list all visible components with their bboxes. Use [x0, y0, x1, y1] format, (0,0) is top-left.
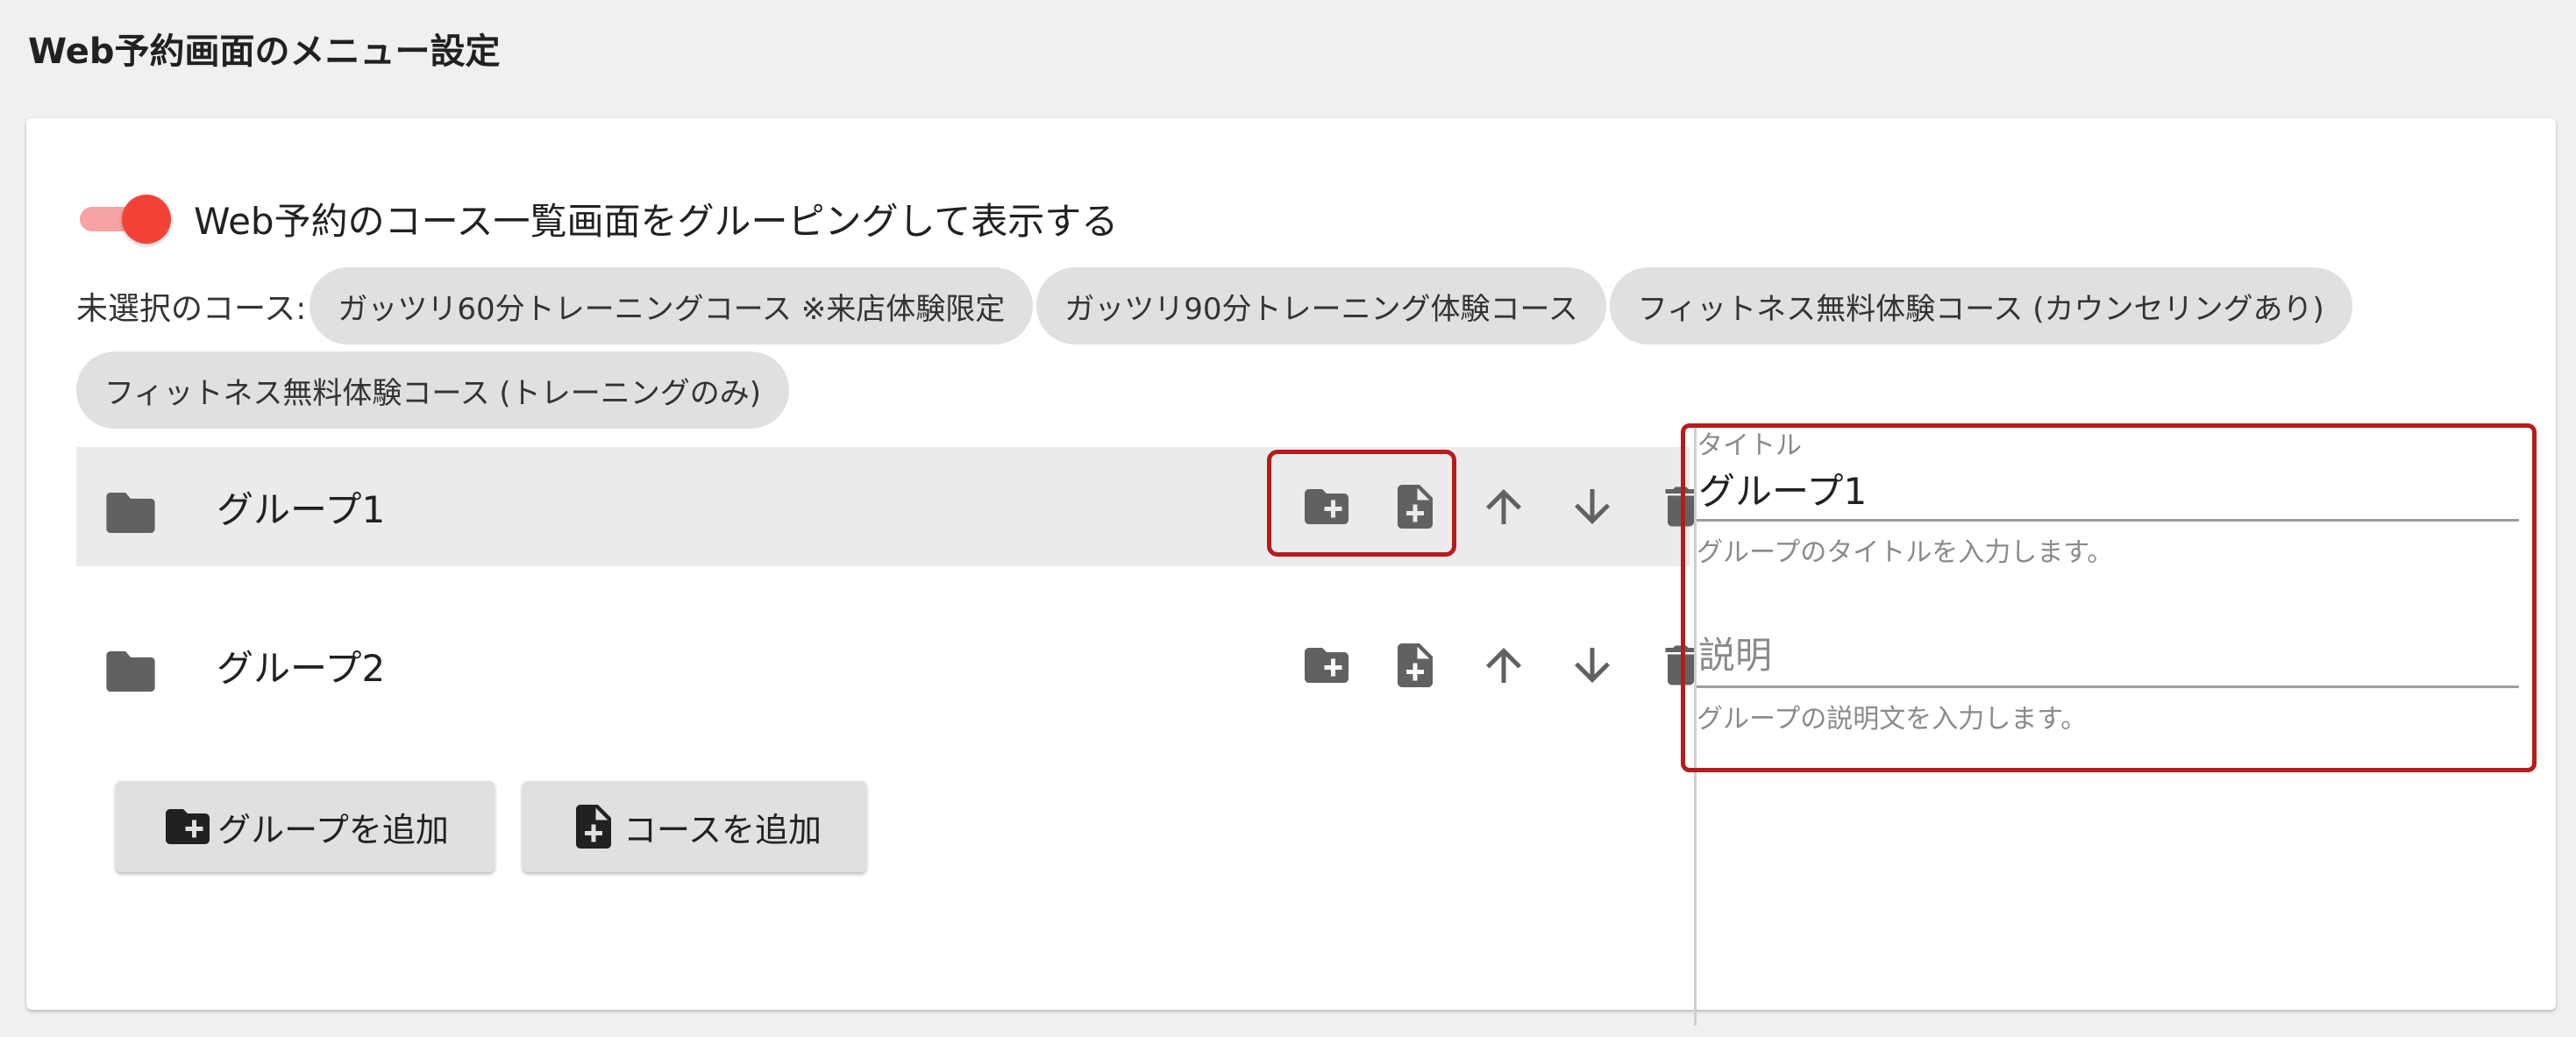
folder-add-icon — [1304, 648, 1348, 683]
group-row[interactable]: グループ2 — [76, 606, 1696, 725]
title-field-hint: グループのタイトルを入力します。 — [1697, 537, 2114, 568]
folder-add-icon — [166, 809, 210, 844]
group-actions — [1282, 447, 1725, 566]
add-group-button[interactable]: グループを追加 — [116, 781, 495, 872]
description-field-hint: グループの説明文を入力します。 — [1697, 704, 2088, 735]
course-chip[interactable]: フィットネス無料体験コース (カウンセリングあり) — [1609, 267, 2352, 344]
course-chip[interactable]: ガッツリ90分トレーニング体験コース — [1036, 267, 1606, 344]
add-course-to-group-button[interactable] — [1370, 630, 1459, 700]
arrow-down-icon — [1574, 648, 1610, 683]
toggle-knob — [122, 194, 171, 244]
title-field: タイトル グループのタイトルを入力します。 — [1697, 423, 2519, 569]
move-down-button[interactable] — [1548, 630, 1636, 700]
grouping-toggle-label: Web予約のコース一覧画面をグルーピングして表示する — [194, 200, 1119, 243]
folder-icon — [106, 493, 155, 533]
file-add-icon — [1397, 485, 1433, 529]
title-input[interactable] — [1697, 462, 2519, 522]
add-subgroup-button[interactable] — [1282, 630, 1370, 700]
page-title: Web予約画面のメニュー設定 — [28, 32, 501, 72]
arrow-up-icon — [1485, 489, 1521, 524]
description-field: グループの説明文を入力します。 — [1697, 629, 2519, 735]
add-course-button[interactable]: コースを追加 — [523, 781, 866, 872]
add-subgroup-button[interactable] — [1282, 472, 1370, 542]
folder-add-icon — [1304, 489, 1348, 524]
course-chip[interactable]: ガッツリ60分トレーニングコース ※来店体験限定 — [310, 267, 1034, 344]
course-chip[interactable]: フィットネス無料体験コース (トレーニングのみ) — [76, 352, 789, 429]
move-up-button[interactable] — [1459, 630, 1548, 700]
grouping-toggle[interactable] — [76, 194, 171, 244]
title-field-label: タイトル — [1697, 430, 1802, 461]
unselected-courses-label: 未選択のコース: — [76, 291, 307, 327]
move-up-button[interactable] — [1459, 472, 1548, 542]
add-course-to-group-button[interactable] — [1370, 472, 1459, 542]
arrow-up-icon — [1485, 648, 1521, 683]
description-input[interactable] — [1697, 629, 2519, 688]
group-row[interactable]: グループ1 — [76, 447, 1696, 566]
file-add-icon — [575, 805, 611, 849]
move-down-button[interactable] — [1548, 472, 1636, 542]
arrow-down-icon — [1574, 489, 1610, 524]
menu-settings-card: Web予約のコース一覧画面をグルーピングして表示する 未選択のコース: ガッツリ… — [26, 118, 2556, 1026]
add-course-label: コースを追加 — [623, 810, 822, 849]
group-name: グループ1 — [217, 487, 386, 531]
group-actions — [1282, 606, 1725, 725]
folder-icon — [106, 651, 155, 692]
file-add-icon — [1397, 643, 1433, 687]
unselected-courses: 未選択のコース: ガッツリ60分トレーニングコース ※来店体験限定 ガッツリ90… — [76, 267, 2531, 429]
add-group-label: グループを追加 — [217, 810, 449, 849]
group-name: グループ2 — [217, 646, 386, 690]
grouping-toggle-row: Web予約のコース一覧画面をグルーピングして表示する — [76, 192, 1118, 245]
